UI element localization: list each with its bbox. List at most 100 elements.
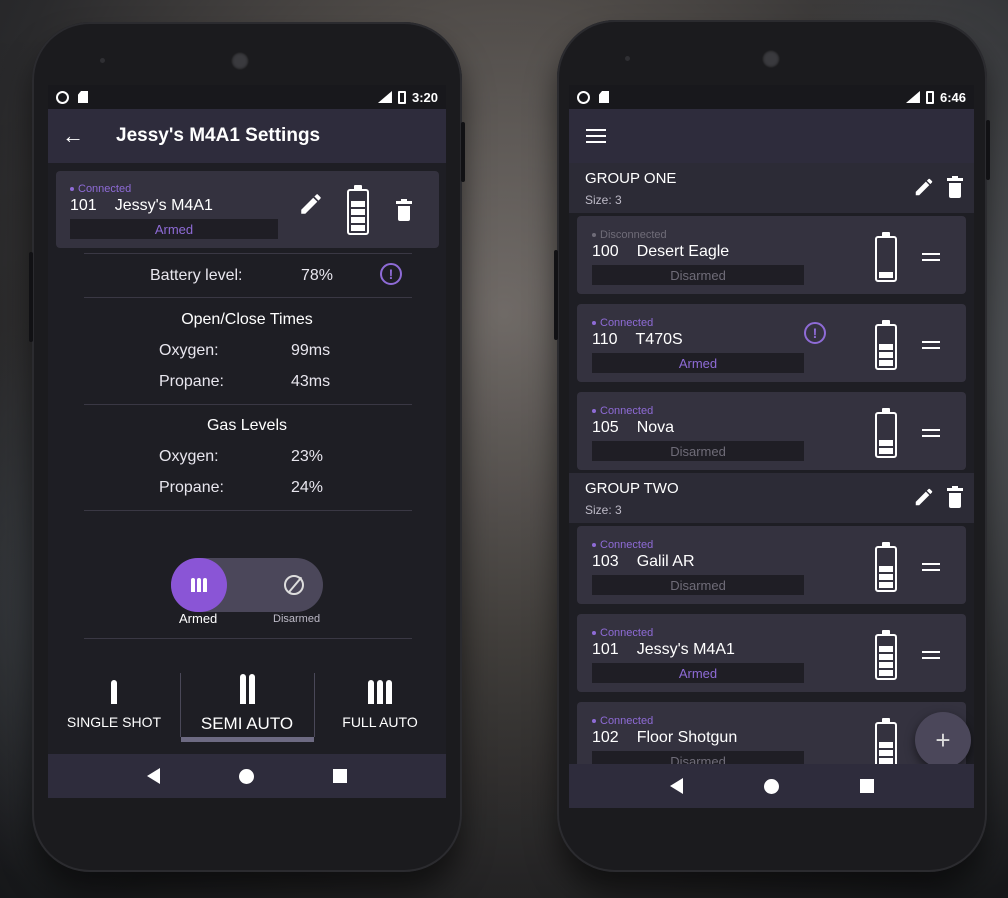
device-name: 101 Jessy's M4A1 [592,641,735,658]
status-bar: 3:20 [48,85,446,109]
menu-icon[interactable] [586,129,606,143]
divider [84,638,412,639]
device-name: 100 Desert Eagle [592,243,730,260]
arm-state-badge: Disarmed [592,441,804,461]
sync-icon [577,90,590,104]
nav-back-icon[interactable] [147,768,161,784]
device-list-item[interactable]: Disconnected 100 Desert Eagle Disarmed [577,216,966,294]
selected-mode-indicator [181,737,314,742]
clock: 3:20 [411,89,438,105]
nav-bar [569,764,974,808]
device-name: 105 Nova [592,419,675,436]
battery-icon [347,185,369,235]
two-bullets-icon [181,670,313,704]
nav-home-icon[interactable] [763,778,779,794]
clock: 6:46 [939,89,966,105]
connection-status: Connected [592,627,804,639]
oxygen-level-value: 23% [291,448,324,465]
battery-icon [875,542,897,592]
mode-full-auto[interactable]: FULL AUTO [314,670,446,750]
arm-state-badge: Armed [592,663,804,683]
delete-group-trash-icon[interactable] [947,486,963,508]
nav-back-icon[interactable] [669,778,683,794]
no-signal-icon [377,91,392,103]
device-name: 101 Jessy's M4A1 [70,197,213,214]
connection-status: Connected [70,183,278,195]
add-fab-button[interactable]: + [915,712,971,768]
drag-handle-icon[interactable] [922,651,940,659]
nav-recents-icon[interactable] [332,769,347,783]
device-list-item[interactable]: Connected 103 Galil AR Disarmed [577,526,966,604]
disarmed-icon [284,575,304,595]
edit-pencil-icon[interactable] [298,191,324,217]
phone-sensor [100,58,105,63]
drag-handle-icon[interactable] [922,563,940,571]
page-title: Jessy's M4A1 Settings [116,125,321,146]
device-card[interactable]: Connected 101 Jessy's M4A1 Armed [56,171,439,248]
alert-icon[interactable]: ! [380,263,402,285]
drag-handle-icon[interactable] [922,253,940,261]
group-size: Size: 3 [585,503,622,517]
oxygen-level-label: Oxygen: [159,448,219,465]
propane-level-value: 24% [291,479,324,496]
propane-level-label: Propane: [159,479,224,496]
battery-icon [875,630,897,680]
propane-time-label: Propane: [159,373,224,390]
connection-status: Connected [592,405,804,417]
volume-button [29,252,33,342]
edit-group-pencil-icon[interactable] [913,486,935,508]
no-signal-icon [905,91,920,103]
back-arrow-icon[interactable]: ← [62,123,102,149]
right-phone: 6:46 GROUP ONE Size: 3 Disconnected 100 Dese… [554,20,990,872]
divider [84,297,412,298]
volume-button [554,250,558,340]
nav-bar [48,754,446,798]
drag-handle-icon[interactable] [922,341,940,349]
groups-screen: 6:46 GROUP ONE Size: 3 Disconnected 100 Dese… [569,85,974,808]
connection-status: Connected [592,539,804,551]
settings-screen: 3:20 ← Jessy's M4A1 Settings Connected 1… [48,85,446,798]
single-bullet-icon [48,670,180,704]
phone-camera [231,52,249,70]
left-phone: 3:20 ← Jessy's M4A1 Settings Connected 1… [29,22,465,872]
divider [84,253,412,254]
toggle-knob[interactable] [171,558,227,612]
open-close-times-title: Open/Close Times [181,311,313,328]
mode-single-shot[interactable]: SINGLE SHOT [48,670,180,750]
sd-card-icon [78,91,88,103]
divider [84,510,412,511]
app-bar: ← Jessy's M4A1 Settings [48,109,446,163]
delete-group-trash-icon[interactable] [947,176,963,198]
arm-state-badge: Disarmed [592,575,804,595]
group-header: GROUP TWO Size: 3 [569,473,974,523]
arm-state-badge: Disarmed [592,265,804,285]
drag-handle-icon[interactable] [922,429,940,437]
arm-toggle[interactable] [171,558,323,612]
delete-trash-icon[interactable] [396,199,412,221]
propane-time-value: 43ms [291,373,331,390]
device-list-item[interactable]: Connected 105 Nova Disarmed [577,392,966,470]
device-name: 103 Galil AR [592,553,695,570]
battery-level-label: Battery level: [150,267,243,284]
battery-icon [875,408,897,458]
nav-recents-icon[interactable] [859,779,874,793]
arm-state-badge: Armed [70,219,278,239]
connection-status: Disconnected [592,229,804,241]
alert-icon[interactable]: ! [804,322,826,344]
oxygen-time-label: Oxygen: [159,342,219,359]
status-bar: 6:46 [569,85,974,109]
oxygen-time-value: 99ms [291,342,331,359]
arm-state-badge: Armed [592,353,804,373]
divider [84,404,412,405]
device-name: 102 Floor Shotgun [592,729,738,746]
battery-status-icon [397,90,406,104]
sd-card-icon [599,91,609,103]
device-name: 110 T470S [592,331,683,348]
device-list-item[interactable]: Connected 110 T470S Armed! [577,304,966,382]
disarmed-label: Disarmed [273,613,321,625]
nav-home-icon[interactable] [238,768,254,784]
edit-group-pencil-icon[interactable] [913,176,935,198]
connection-status: Connected [592,715,804,727]
device-list-item[interactable]: Connected 101 Jessy's M4A1 Armed [577,614,966,692]
battery-icon [875,320,897,370]
